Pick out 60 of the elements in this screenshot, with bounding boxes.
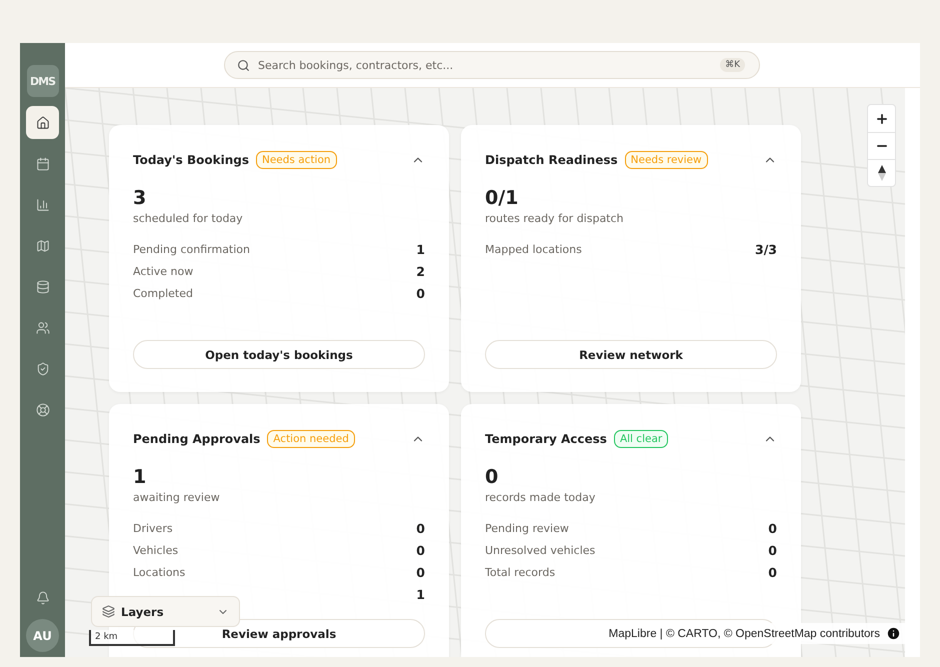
row-value: 0 bbox=[768, 542, 777, 558]
shield-icon bbox=[36, 362, 50, 376]
map-icon bbox=[36, 238, 50, 252]
card-metric: 1 bbox=[133, 466, 148, 488]
bar-chart-icon bbox=[36, 198, 50, 212]
plus-icon bbox=[874, 112, 888, 126]
users-icon bbox=[36, 320, 50, 334]
row-label: Locations bbox=[133, 566, 186, 578]
row-value: 1 bbox=[416, 586, 425, 602]
row-label: Active now bbox=[133, 264, 194, 278]
row-value: 1 bbox=[416, 242, 425, 256]
row-label: Drivers bbox=[133, 522, 173, 534]
row-label: Completed bbox=[133, 286, 193, 300]
status-badge: Action needed bbox=[267, 430, 355, 448]
metric-caption: awaiting review bbox=[133, 491, 221, 504]
lifebuoy-icon bbox=[36, 402, 50, 416]
card-action-button[interactable]: Review network bbox=[485, 340, 777, 369]
status-badge: Needs action bbox=[256, 151, 337, 169]
status-badge: Needs review bbox=[624, 151, 708, 169]
metric-caption: records made today bbox=[485, 491, 596, 504]
row-value: 3/3 bbox=[755, 242, 777, 256]
user-avatar[interactable]: AU bbox=[26, 619, 59, 652]
card-metric: 0/1 bbox=[485, 187, 520, 209]
row-value: 2 bbox=[416, 264, 425, 278]
row-label: Pending confirmation bbox=[133, 242, 250, 256]
card-title: Today's Bookings bbox=[133, 153, 249, 167]
card-metric: 3 bbox=[133, 187, 148, 209]
status-badge: All clear bbox=[614, 430, 668, 448]
row-label: Unresolved vehicles bbox=[485, 544, 596, 556]
layers-dropdown[interactable]: Layers bbox=[91, 596, 240, 627]
card-title: Temporary Access bbox=[485, 432, 607, 446]
row-label: Pending review bbox=[485, 522, 569, 534]
calendar-icon bbox=[36, 156, 50, 170]
info-icon[interactable] bbox=[886, 626, 901, 641]
shortcut-hint: ⌘K bbox=[720, 58, 745, 72]
row-label: Vehicles bbox=[133, 544, 178, 556]
sidebar-item[interactable] bbox=[26, 106, 59, 139]
card-title: Pending Approvals bbox=[133, 432, 260, 446]
metric-caption: scheduled for today bbox=[133, 212, 244, 225]
map-scale: 2 km bbox=[89, 630, 175, 646]
card-metric: 0 bbox=[485, 466, 500, 488]
row-value: 0 bbox=[416, 286, 425, 300]
card-title: Dispatch Readiness bbox=[485, 153, 618, 167]
row-value: 0 bbox=[768, 564, 777, 580]
database-icon bbox=[36, 280, 50, 294]
row-value: 0 bbox=[768, 520, 777, 536]
house-icon bbox=[36, 116, 50, 130]
row-label: Total records bbox=[485, 566, 556, 578]
layers-icon bbox=[102, 605, 115, 618]
search-icon bbox=[237, 58, 250, 72]
metric-caption: routes ready for dispatch bbox=[485, 212, 625, 225]
logo: DMS bbox=[26, 65, 58, 97]
bell-icon[interactable] bbox=[36, 591, 50, 605]
row-label: Mapped locations bbox=[485, 242, 582, 256]
row-value: 0 bbox=[416, 520, 425, 536]
compass-icon bbox=[878, 165, 886, 181]
row-value: 0 bbox=[416, 564, 425, 580]
row-value: 0 bbox=[416, 542, 425, 558]
card-action-button[interactable]: Open today's bookings bbox=[133, 340, 425, 369]
search-field[interactable]: Search bookings, contractors, etc... ⌘K bbox=[224, 51, 760, 79]
